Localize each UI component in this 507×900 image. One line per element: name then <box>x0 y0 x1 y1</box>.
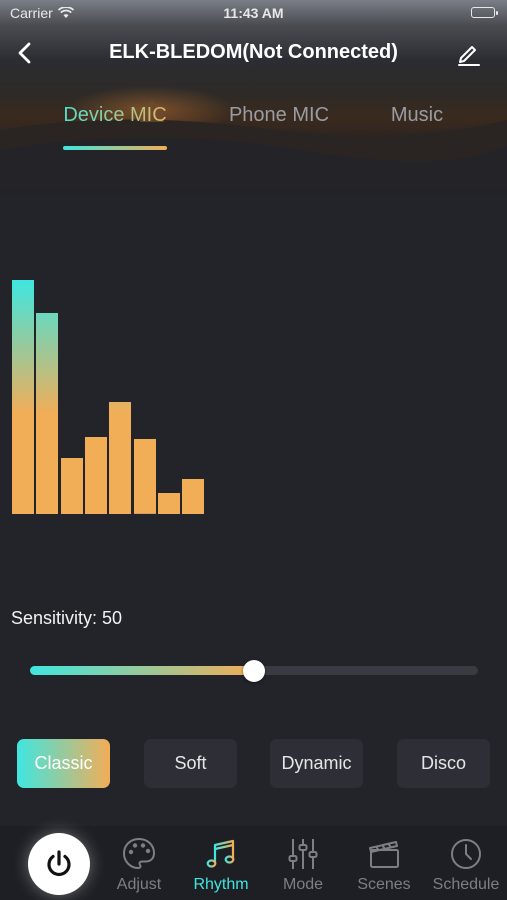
rhythm-visualizer <box>12 280 212 514</box>
power-button[interactable] <box>28 833 90 895</box>
back-button[interactable] <box>10 38 40 68</box>
clapperboard-icon <box>369 841 399 868</box>
tabbar-item-rhythm[interactable]: Rhythm <box>181 836 261 898</box>
sensitivity-slider[interactable] <box>30 660 478 682</box>
music-note-icon <box>206 839 235 868</box>
tabbar-item-mode[interactable]: Mode <box>263 836 343 898</box>
sliders-icon <box>288 839 318 869</box>
visualizer-bar <box>84 436 107 514</box>
slider-thumb[interactable] <box>243 660 265 682</box>
tabbar-item-scenes[interactable]: Scenes <box>344 836 424 898</box>
mode-classic-button[interactable]: Classic <box>17 739 110 788</box>
status-bar: Carrier 11:43 AM <box>0 0 507 26</box>
visualizer-bar <box>36 312 59 514</box>
mode-dynamic-button[interactable]: Dynamic <box>270 739 363 788</box>
tabbar-item-schedule[interactable]: Schedule <box>426 836 506 898</box>
tabbar-item-adjust[interactable]: Adjust <box>99 836 179 898</box>
tabbar-label-mode: Mode <box>282 876 324 893</box>
nav-bar: ELK-BLEDOM(Not Connected) <box>0 30 507 74</box>
page-title: ELK-BLEDOM(Not Connected) <box>109 41 398 63</box>
tabbar-label-schedule: Schedule <box>432 876 500 893</box>
input-source-tabs: Device MIC Phone MIC Music <box>0 104 507 154</box>
visualizer-bar <box>12 280 34 514</box>
tabbar-label-rhythm: Rhythm <box>193 876 249 893</box>
sensitivity-label: Sensitivity: 50 <box>11 608 123 628</box>
mode-disco-button[interactable]: Disco <box>397 739 490 788</box>
tab-music[interactable]: Music <box>384 104 450 127</box>
power-icon <box>47 850 71 877</box>
palette-icon <box>122 837 156 870</box>
tabbar-label-adjust: Adjust <box>116 876 162 893</box>
visualizer-bar <box>133 439 156 514</box>
tabbar-label-scenes: Scenes <box>357 876 411 893</box>
tab-device-mic[interactable]: Device MIC <box>52 104 178 127</box>
edit-icon[interactable] <box>455 39 483 67</box>
mode-soft-button[interactable]: Soft <box>144 739 237 788</box>
visualizer-bar <box>60 457 83 514</box>
status-time: 11:43 AM <box>223 5 284 21</box>
clock-icon <box>451 839 481 869</box>
slider-filled-track <box>30 666 254 675</box>
visualizer-bar <box>182 478 205 514</box>
battery-icon <box>471 7 498 18</box>
visualizer-bar <box>157 492 180 514</box>
active-tab-indicator <box>63 146 167 150</box>
visualizer-bar <box>109 401 132 514</box>
tab-phone-mic[interactable]: Phone MIC <box>224 104 334 127</box>
